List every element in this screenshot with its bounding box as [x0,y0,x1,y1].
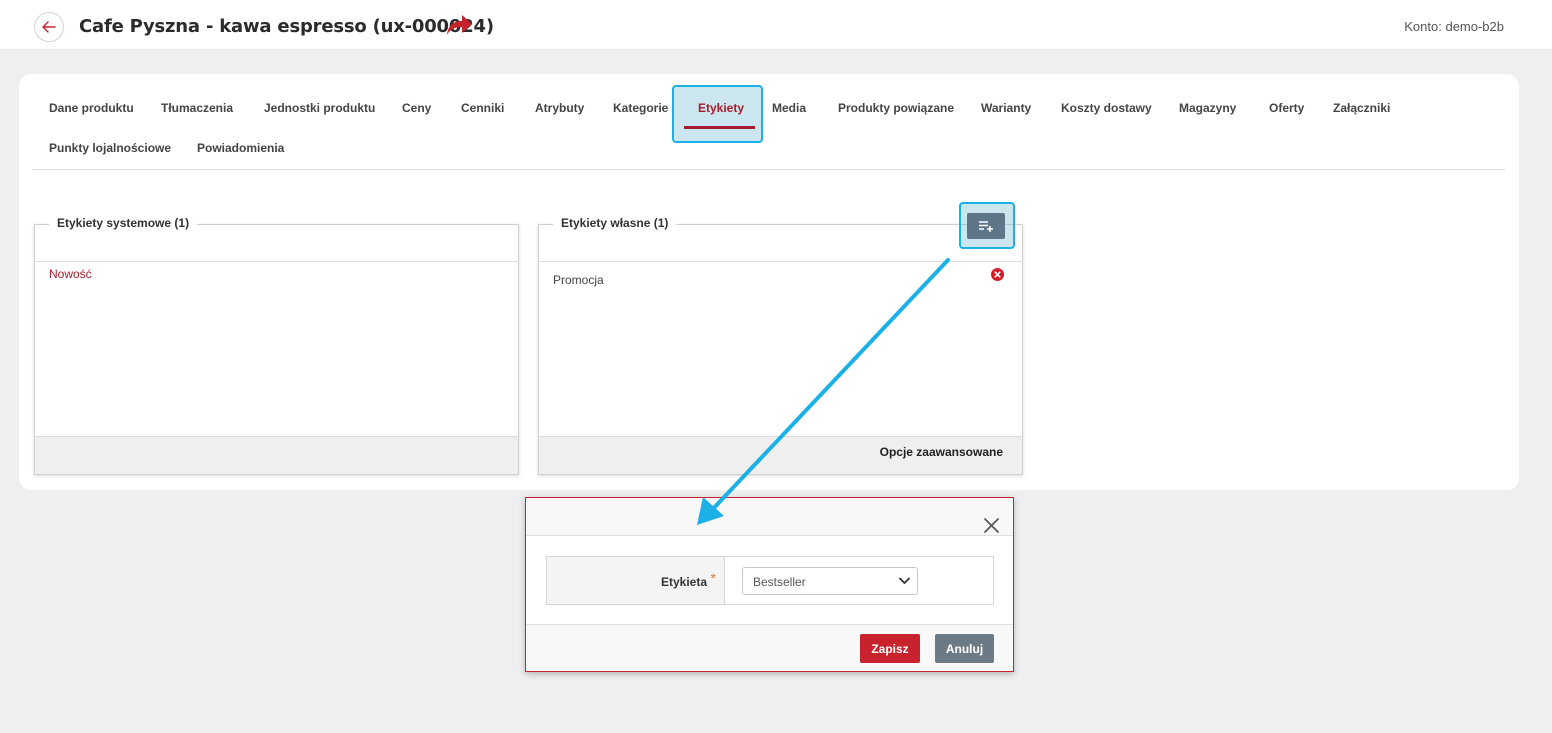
panel-divider [539,261,1022,262]
active-tab-underline [684,126,755,129]
modal-footer: Zapisz Anuluj [526,624,1013,671]
tab-atrybuty[interactable]: Atrybuty [535,101,584,115]
save-button[interactable]: Zapisz [860,634,920,663]
tab-produkty-powiazane[interactable]: Produkty powiązane [838,101,954,115]
page-title: Cafe Pyszna - kawa espresso (ux-000024) [79,16,494,37]
required-mark: * [710,570,716,586]
tab-media[interactable]: Media [772,101,806,115]
tab-etykiety[interactable]: Etykiety [698,101,744,115]
tab-oferty[interactable]: Oferty [1269,101,1304,115]
panel-footer: Opcje zaawansowane [539,436,1022,474]
label-select-value: Bestseller [753,575,806,589]
tab-jednostki-produktu[interactable]: Jednostki produktu [264,101,375,115]
tab-tlumaczenia[interactable]: Tłumaczenia [161,101,233,115]
add-label-button[interactable] [967,213,1005,239]
tab-magazyny[interactable]: Magazyny [1179,101,1236,115]
tab-ceny[interactable]: Ceny [402,101,431,115]
panel-footer [35,436,518,474]
account-label: Konto: demo-b2b [1404,19,1504,34]
tab-koszty-dostawy[interactable]: Koszty dostawy [1061,101,1152,115]
cancel-button[interactable]: Anuluj [935,634,994,663]
remove-circle-icon[interactable] [991,268,1004,286]
label-select[interactable]: Bestseller [742,567,918,595]
own-label-item: Promocja [553,273,604,287]
form-label-cell: Etykieta * [547,557,725,604]
own-labels-panel: Etykiety własne (1) Promocja Opcje zaawa… [538,216,1023,475]
own-labels-title: Etykiety własne (1) [553,216,677,230]
product-card: Dane produktu Tłumaczenia Jednostki prod… [19,74,1519,490]
tab-zalaczniki[interactable]: Załączniki [1333,101,1390,115]
tab-warianty[interactable]: Warianty [981,101,1031,115]
add-label-modal: Etykieta * Bestseller Zapisz Anuluj [525,497,1014,672]
tab-powiadomienia[interactable]: Powiadomienia [197,141,284,155]
advanced-options-link[interactable]: Opcje zaawansowane [880,445,1003,459]
tab-cenniki[interactable]: Cenniki [461,101,504,115]
tab-kategorie[interactable]: Kategorie [613,101,668,115]
system-labels-panel: Etykiety systemowe (1) Nowość [34,216,519,475]
modal-header [526,498,1013,536]
tab-punkty-lojalnosciowe[interactable]: Punkty lojalnościowe [49,141,171,155]
tab-bar: Dane produktu Tłumaczenia Jednostki prod… [33,85,1505,170]
system-label-item: Nowość [49,267,92,281]
label-form-row: Etykieta * Bestseller [546,556,994,605]
tab-dane-produktu[interactable]: Dane produktu [49,101,134,115]
label-field-label: Etykieta [660,575,707,589]
system-labels-title: Etykiety systemowe (1) [49,216,198,230]
add-list-icon [979,221,993,232]
arrow-left-icon [42,21,56,33]
share-arrow-icon[interactable] [445,14,473,41]
top-bar: Cafe Pyszna - kawa espresso (ux-000024) … [0,0,1552,50]
chevron-down-icon [899,577,910,584]
back-button[interactable] [34,12,64,42]
close-icon[interactable] [984,518,999,538]
panel-divider [35,261,518,262]
